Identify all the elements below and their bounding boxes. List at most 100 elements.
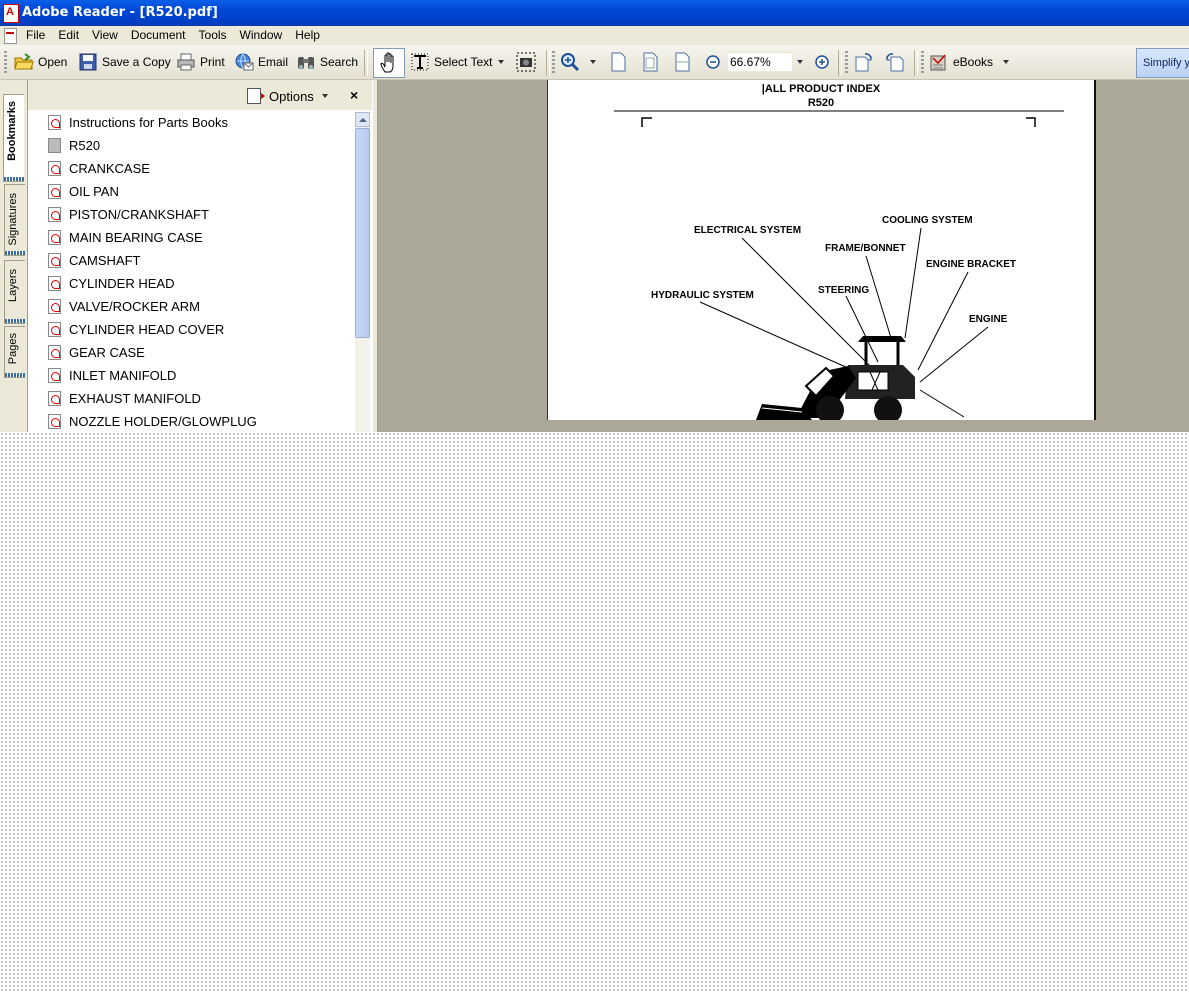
bookmark-item[interactable]: NOZZLE HOLDER/GLOWPLUG bbox=[48, 410, 257, 432]
pdf-page-icon bbox=[48, 206, 61, 222]
zoom-in-tool-button[interactable] bbox=[560, 45, 596, 79]
pdf-page-icon bbox=[48, 229, 61, 245]
document-menu-icon[interactable] bbox=[4, 28, 17, 44]
engine-bracket-label: ENGINE BRACKET bbox=[926, 259, 1017, 270]
actual-size-button[interactable] bbox=[608, 45, 632, 79]
bookmark-item[interactable]: Instructions for Parts Books bbox=[48, 111, 228, 133]
navigation-tabs: Bookmarks Signatures Layers Pages bbox=[0, 80, 28, 432]
snapshot-button[interactable] bbox=[516, 45, 540, 79]
zoom-level-dropdown[interactable] bbox=[791, 45, 803, 79]
pdf-page-icon bbox=[48, 321, 61, 337]
toolbar-grip[interactable] bbox=[845, 51, 848, 73]
email-label: Email bbox=[258, 55, 289, 69]
ebooks-button[interactable]: eBooks bbox=[929, 45, 1010, 79]
ebooks-dropdown-icon[interactable] bbox=[1003, 60, 1010, 64]
pdf-page-icon bbox=[48, 183, 61, 199]
tab-signatures[interactable]: Signatures bbox=[4, 184, 25, 256]
scroll-up-icon[interactable] bbox=[355, 112, 370, 127]
pdf-page-icon bbox=[48, 413, 61, 429]
rotate-clockwise-button[interactable] bbox=[853, 45, 877, 79]
tab-bookmarks[interactable]: Bookmarks bbox=[3, 94, 24, 182]
options-menu-button[interactable]: Options bbox=[247, 88, 328, 104]
zoom-out-icon bbox=[706, 55, 720, 69]
bookmark-item[interactable]: INLET MANIFOLD bbox=[48, 364, 176, 386]
toolbar-grip[interactable] bbox=[552, 51, 555, 73]
menu-view[interactable]: View bbox=[92, 28, 118, 42]
bookmark-item[interactable]: CAMSHAFT bbox=[48, 249, 141, 271]
magnifier-plus-icon bbox=[561, 53, 580, 72]
fit-width-button[interactable] bbox=[672, 45, 696, 79]
pdf-page-icon bbox=[48, 367, 61, 383]
toolbar-grip[interactable] bbox=[921, 51, 924, 73]
bookmark-item[interactable]: CRANKCASE bbox=[48, 157, 150, 179]
camera-icon bbox=[516, 52, 536, 72]
open-button[interactable]: Open bbox=[14, 45, 67, 79]
fit-width-icon bbox=[675, 52, 690, 72]
tab-layers[interactable]: Layers bbox=[4, 260, 25, 324]
window-title: Adobe Reader - [R520.pdf] bbox=[22, 5, 218, 20]
bookmark-item[interactable]: R520 bbox=[48, 134, 100, 156]
steering-label: STEERING bbox=[818, 285, 870, 296]
zoom-tool-dropdown-icon[interactable] bbox=[590, 60, 596, 64]
toolbar-separator bbox=[364, 50, 368, 76]
document-view[interactable]: |ALL PRODUCT INDEX R520 ELECTRICAL SYSTE… bbox=[378, 80, 1189, 432]
toolbar-grip[interactable] bbox=[4, 51, 7, 73]
bookmarks-scrollbar[interactable] bbox=[355, 112, 370, 432]
engine-label: ENGINE bbox=[969, 314, 1008, 325]
search-button[interactable]: Search bbox=[296, 45, 358, 79]
menu-help[interactable]: Help bbox=[295, 28, 320, 42]
open-label: Open bbox=[38, 55, 68, 69]
zoom-level-input[interactable]: 66.67% bbox=[727, 52, 793, 72]
bookmark-item[interactable]: EXHAUST MANIFOLD bbox=[48, 387, 201, 409]
adobe-reader-icon bbox=[3, 4, 19, 23]
options-icon bbox=[247, 88, 265, 104]
zoom-in-icon bbox=[815, 55, 829, 69]
save-copy-label: Save a Copy bbox=[102, 55, 171, 69]
pdf-page-icon bbox=[48, 160, 61, 176]
menu-bar: File Edit View Document Tools Window Hel… bbox=[0, 26, 1189, 45]
simplify-promo-button[interactable]: Simplify y bbox=[1136, 48, 1189, 78]
menu-window[interactable]: Window bbox=[240, 28, 283, 42]
menu-file[interactable]: File bbox=[26, 28, 45, 42]
tab-pages[interactable]: Pages bbox=[4, 326, 25, 378]
bookmark-item[interactable]: VALVE/ROCKER ARM bbox=[48, 295, 200, 317]
binoculars-icon bbox=[298, 57, 314, 69]
bookmarks-panel: Options × Instructions for Parts Books R… bbox=[28, 80, 372, 432]
adobe-reader-window: Adobe Reader - [R520.pdf] File Edit View… bbox=[0, 0, 1189, 432]
bookmark-item[interactable]: CYLINDER HEAD bbox=[48, 272, 174, 294]
scrollbar-thumb[interactable] bbox=[355, 128, 370, 338]
zoom-out-button[interactable] bbox=[703, 45, 727, 79]
rotate-counterclockwise-button[interactable] bbox=[885, 45, 909, 79]
gray-page-icon bbox=[48, 137, 61, 153]
zoom-in-button[interactable] bbox=[812, 45, 836, 79]
bookmark-item[interactable]: CYLINDER HEAD COVER bbox=[48, 318, 224, 340]
bookmark-item[interactable]: PISTON/CRANKSHAFT bbox=[48, 203, 209, 225]
menu-edit[interactable]: Edit bbox=[58, 28, 79, 42]
menu-document[interactable]: Document bbox=[131, 28, 186, 42]
menu-tools[interactable]: Tools bbox=[199, 28, 227, 42]
zoom-dropdown-icon[interactable] bbox=[797, 60, 803, 64]
select-text-button[interactable]: Select Text bbox=[410, 45, 505, 79]
print-button[interactable]: Print bbox=[176, 45, 225, 79]
save-copy-button[interactable]: Save a Copy bbox=[78, 45, 171, 79]
bookmark-item[interactable]: OIL PAN bbox=[48, 180, 119, 202]
close-panel-icon[interactable]: × bbox=[350, 87, 358, 103]
ebooks-label: eBooks bbox=[953, 55, 994, 69]
bookmark-list: Instructions for Parts Books R520 CRANKC… bbox=[28, 110, 353, 432]
toolbar-separator bbox=[838, 50, 842, 76]
hand-tool-button[interactable] bbox=[373, 48, 405, 78]
hydraulic-system-label: HYDRAULIC SYSTEM bbox=[651, 290, 754, 301]
cooling-system-label: COOLING SYSTEM bbox=[882, 215, 973, 226]
save-disk-icon bbox=[79, 53, 97, 71]
frame-bonnet-label: FRAME/BONNET bbox=[825, 243, 906, 254]
fit-page-button[interactable] bbox=[640, 45, 664, 79]
open-folder-icon bbox=[14, 53, 34, 70]
select-text-dropdown-icon[interactable] bbox=[498, 60, 505, 64]
bookmark-item[interactable]: GEAR CASE bbox=[48, 341, 145, 363]
fit-page-icon bbox=[643, 52, 658, 72]
bookmark-item[interactable]: MAIN BEARING CASE bbox=[48, 226, 203, 248]
email-button[interactable]: Email bbox=[234, 45, 288, 79]
toolbar-separator bbox=[914, 50, 918, 76]
pdf-page-icon bbox=[48, 390, 61, 406]
email-globe-icon bbox=[235, 53, 254, 71]
